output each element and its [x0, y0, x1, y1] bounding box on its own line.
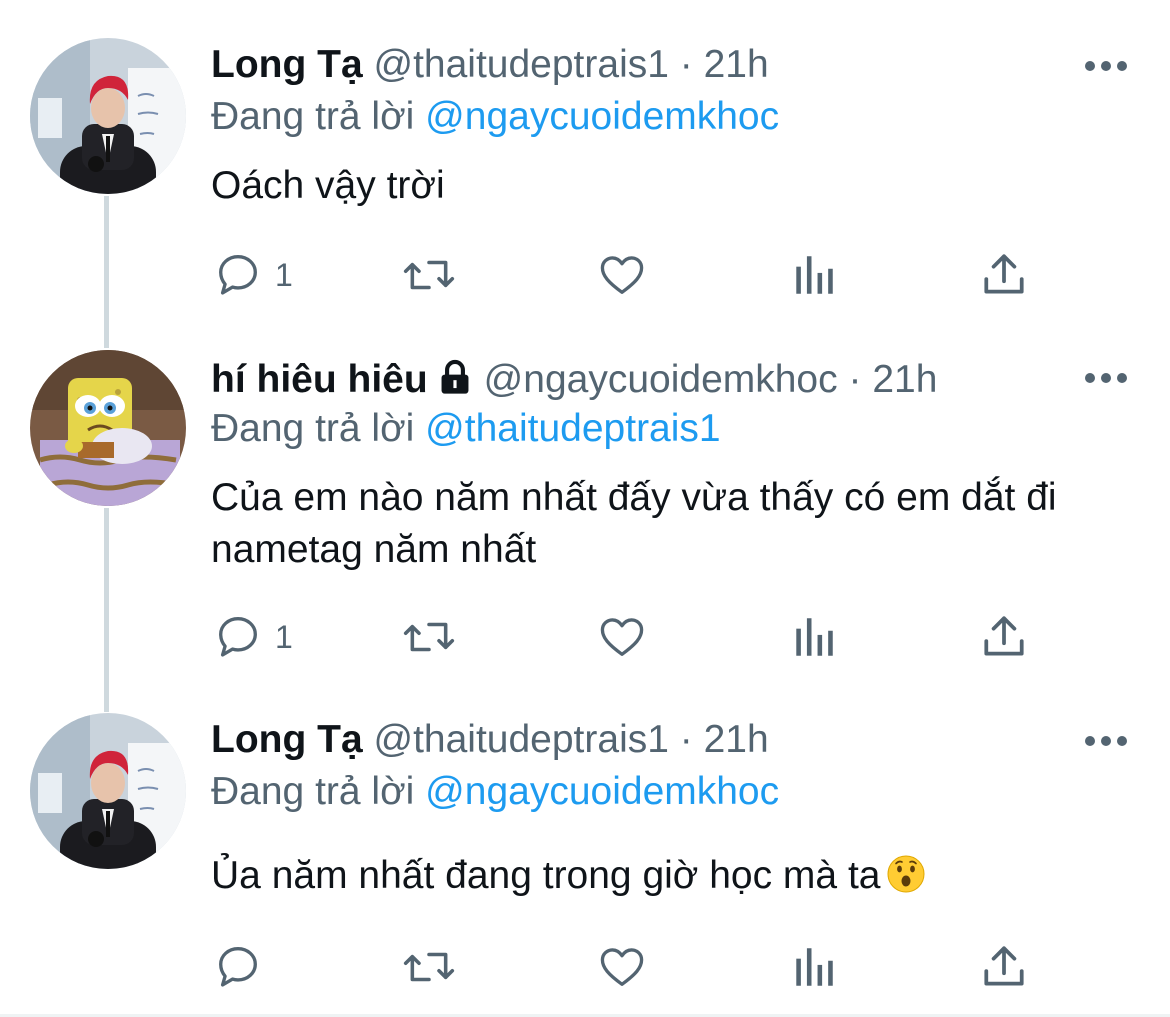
user-handle[interactable]: @ngaycuoidemkhoc: [484, 358, 838, 401]
display-name[interactable]: hí hiêu hiêu: [211, 358, 428, 401]
reply-count: 1: [275, 256, 293, 293]
display-name[interactable]: Long Tạ: [211, 718, 363, 761]
share-icon: [984, 616, 1024, 656]
replying-prefix: Đang trả lời: [211, 95, 415, 138]
timestamp[interactable]: 21h: [704, 718, 769, 761]
reply-icon: [219, 255, 257, 295]
thread-line: [104, 196, 109, 348]
share-button[interactable]: [979, 612, 1029, 662]
surprised-face-emoji: [887, 855, 925, 893]
share-button[interactable]: [979, 942, 1029, 992]
reply-button[interactable]: 1: [213, 612, 293, 662]
tweet-text: Oách vậy trời: [211, 164, 445, 207]
separator-dot: ·: [679, 43, 693, 86]
retweet-button[interactable]: [401, 942, 457, 992]
like-button[interactable]: [597, 942, 647, 992]
mention-link[interactable]: @ngaycuoidemkhoc: [425, 770, 779, 813]
lock-icon: [441, 359, 469, 394]
tweet-header: Long Tạ @thaitudeptrais1 · 21h: [211, 715, 769, 765]
analytics-icon: [796, 948, 833, 986]
tweet-text-content: Ủa năm nhất đang trong giờ học mà ta: [211, 854, 881, 897]
views-button[interactable]: [789, 942, 839, 992]
separator-dot: ·: [679, 718, 693, 761]
timestamp[interactable]: 21h: [704, 43, 769, 86]
like-button[interactable]: [597, 250, 647, 300]
tweet-text: Của em nào năm nhất đấy vừa thấy có em d…: [211, 476, 1057, 571]
timestamp[interactable]: 21h: [872, 358, 937, 401]
tweet-header: hí hiêu hiêu @ngaycuoidemkhoc · 21h: [211, 355, 937, 405]
retweet-button[interactable]: [401, 612, 457, 662]
replying-to: Đang trả lời @ngaycuoidemkhoc: [211, 92, 779, 142]
user-handle[interactable]: @thaitudeptrais1: [373, 718, 668, 761]
replying-to: Đang trả lời @ngaycuoidemkhoc: [211, 767, 779, 817]
reply-button[interactable]: [213, 942, 263, 992]
reply-count: 1: [275, 618, 293, 655]
cartoon-avatar-image: [30, 350, 186, 506]
retweet-icon: [403, 622, 455, 652]
analytics-icon: [796, 256, 833, 294]
avatar[interactable]: [30, 713, 186, 869]
heart-icon: [600, 618, 644, 656]
share-button[interactable]: [979, 250, 1029, 300]
tweet-header: Long Tạ @thaitudeptrais1 · 21h: [211, 40, 769, 90]
separator-dot: ·: [848, 358, 862, 401]
like-button[interactable]: [597, 612, 647, 662]
reply-icon: [219, 617, 257, 657]
reply-icon: [219, 947, 257, 987]
share-icon: [984, 254, 1024, 294]
thread-line: [104, 508, 109, 712]
person-avatar-image: [30, 38, 186, 194]
heart-icon: [600, 948, 644, 986]
mention-link[interactable]: @ngaycuoidemkhoc: [425, 95, 779, 138]
replying-prefix: Đang trả lời: [211, 407, 415, 450]
retweet-button[interactable]: [401, 250, 457, 300]
more-options-icon[interactable]: [1084, 368, 1128, 388]
views-button[interactable]: [789, 612, 839, 662]
avatar[interactable]: [30, 350, 186, 506]
share-icon: [984, 946, 1024, 986]
avatar[interactable]: [30, 38, 186, 194]
retweet-icon: [403, 260, 455, 290]
heart-icon: [600, 256, 644, 294]
tweet-text: Ủa năm nhất đang trong giờ học mà ta: [211, 850, 1141, 902]
display-name[interactable]: Long Tạ: [211, 43, 363, 86]
replying-to: Đang trả lời @thaitudeptrais1: [211, 404, 721, 454]
person-avatar-image: [30, 713, 186, 869]
analytics-icon: [796, 618, 833, 656]
views-button[interactable]: [789, 250, 839, 300]
replying-prefix: Đang trả lời: [211, 770, 415, 813]
mention-link[interactable]: @thaitudeptrais1: [425, 407, 720, 450]
user-handle[interactable]: @thaitudeptrais1: [373, 43, 668, 86]
reply-button[interactable]: 1: [213, 250, 293, 300]
more-options-icon[interactable]: [1084, 56, 1128, 76]
retweet-icon: [403, 952, 455, 982]
more-options-icon[interactable]: [1084, 731, 1128, 751]
